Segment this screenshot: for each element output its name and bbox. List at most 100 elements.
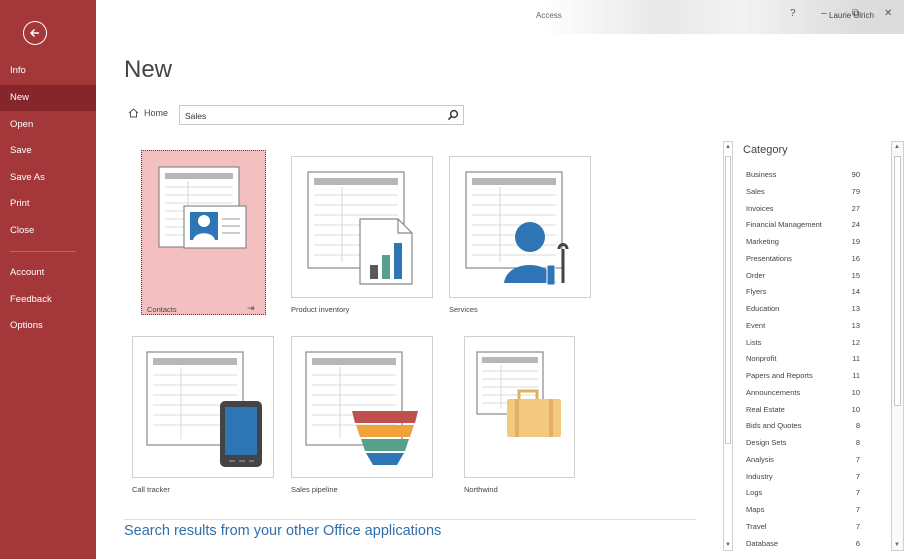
category-name: Real Estate	[746, 405, 785, 414]
app-title: Access	[536, 11, 562, 20]
category-count: 90	[851, 170, 860, 179]
category-count: 6	[855, 539, 860, 548]
category-name: Nonprofit	[746, 354, 777, 363]
nav-print[interactable]: Print	[0, 191, 96, 217]
category-count: 11	[852, 371, 860, 380]
category-item[interactable]: Financial Management 24	[746, 220, 860, 229]
category-item[interactable]: Analysis 7	[746, 455, 860, 464]
category-count: 7	[855, 505, 860, 514]
nav-info[interactable]: Info	[0, 58, 96, 84]
template-label: Contacts	[147, 305, 177, 314]
category-name: Business	[746, 170, 777, 179]
scroll-down-icon[interactable]: ▼	[893, 540, 901, 550]
category-count: 27	[851, 204, 860, 213]
category-item[interactable]: Announcements 10	[746, 388, 860, 397]
category-name: Invoices	[746, 204, 774, 213]
category-item[interactable]: Marketing 19	[746, 237, 860, 246]
nav-label: Options	[10, 320, 43, 331]
nav-label: Save As	[10, 172, 45, 183]
help-icon[interactable]: ?	[790, 8, 796, 19]
nav-close[interactable]: Close	[0, 218, 96, 244]
template-tile-call-tracker[interactable]	[132, 336, 274, 478]
category-count: 14	[851, 287, 860, 296]
pin-icon[interactable]: ⇥	[247, 303, 255, 314]
minimize-button[interactable]: –	[821, 8, 827, 19]
nav-label: Save	[10, 145, 32, 156]
scroll-up-icon[interactable]: ▲	[724, 142, 732, 152]
category-count: 19	[851, 237, 860, 246]
template-label: Sales pipeline	[291, 485, 338, 494]
category-name: Order	[746, 271, 766, 280]
home-icon	[128, 108, 139, 118]
contacts-template-icon	[158, 166, 247, 249]
category-item[interactable]: Nonprofit 11	[746, 354, 860, 363]
category-item[interactable]: Database 6	[746, 539, 860, 548]
nav-open[interactable]: Open	[0, 112, 96, 138]
template-tile-product-inventory[interactable]	[291, 156, 433, 298]
category-item[interactable]: Event 13	[746, 321, 860, 330]
back-arrow-icon	[29, 28, 39, 38]
category-name: Announcements	[746, 388, 801, 397]
category-count: 79	[851, 187, 860, 196]
nav-options[interactable]: Options	[0, 313, 96, 339]
backstage-sidebar: Info New Open Save Save As Print Close A…	[0, 0, 96, 559]
category-scrollbar[interactable]: ▲ ▼	[723, 141, 733, 551]
category-name: Presentations	[746, 254, 792, 263]
category-item[interactable]: Order 15	[746, 271, 860, 280]
category-item[interactable]: Education 13	[746, 304, 860, 313]
category-item[interactable]: Bids and Quotes 8	[746, 421, 860, 430]
template-label: Call tracker	[132, 485, 170, 494]
nav-label: Open	[10, 119, 34, 130]
category-name: Education	[746, 304, 780, 313]
search-icon[interactable]	[447, 109, 459, 121]
template-search-box	[179, 105, 464, 125]
scroll-up-icon[interactable]: ▲	[893, 142, 901, 152]
page-scrollbar[interactable]: ▲ ▼	[891, 141, 904, 551]
category-item[interactable]: Maps 7	[746, 505, 860, 514]
category-item[interactable]: Papers and Reports 11	[746, 371, 860, 380]
nav-divider	[10, 251, 76, 252]
category-count: 7	[855, 472, 860, 481]
title-bar: Access Laurie Ulrich	[96, 0, 904, 34]
scroll-down-icon[interactable]: ▼	[724, 540, 732, 550]
template-label: Services	[449, 305, 478, 314]
nav-account[interactable]: Account	[0, 260, 96, 286]
template-tile-services[interactable]	[449, 156, 591, 298]
category-item[interactable]: Industry 7	[746, 472, 860, 481]
category-item[interactable]: Invoices 27	[746, 204, 860, 213]
restore-button[interactable]: ⧉	[852, 8, 859, 19]
category-item[interactable]: Presentations 16	[746, 254, 860, 263]
category-item[interactable]: Lists 12	[746, 338, 860, 347]
category-item[interactable]: Business 90	[746, 170, 860, 179]
page-title: New	[124, 56, 173, 83]
category-item[interactable]: Real Estate 10	[746, 405, 860, 414]
scroll-thumb[interactable]	[894, 156, 901, 406]
category-name: Marketing	[746, 237, 779, 246]
template-tile-contacts[interactable]	[141, 150, 266, 315]
category-item[interactable]: Flyers 14	[746, 287, 860, 296]
nav-feedback[interactable]: Feedback	[0, 287, 96, 313]
category-count: 7	[855, 455, 860, 464]
nav-label: Feedback	[10, 294, 52, 305]
other-office-results-link[interactable]: Search results from your other Office ap…	[124, 523, 441, 539]
back-button[interactable]	[23, 21, 47, 45]
nav-new[interactable]: New	[0, 85, 96, 111]
template-tile-northwind[interactable]	[464, 336, 575, 478]
category-item[interactable]: Sales 79	[746, 187, 860, 196]
category-name: Event	[746, 321, 766, 330]
nav-save-as[interactable]: Save As	[0, 165, 96, 191]
nav-save[interactable]: Save	[0, 138, 96, 164]
home-link[interactable]: Home	[128, 108, 168, 118]
close-button[interactable]: ✕	[884, 8, 892, 19]
category-count: 16	[851, 254, 860, 263]
category-item[interactable]: Design Sets 8	[746, 438, 860, 447]
template-tile-sales-pipeline[interactable]	[291, 336, 433, 478]
search-input[interactable]	[185, 109, 435, 122]
nav-label: New	[10, 92, 30, 103]
section-divider	[124, 519, 696, 520]
category-item[interactable]: Travel 7	[746, 522, 860, 531]
sales-pipeline-template-icon	[305, 351, 418, 465]
category-item[interactable]: Logs 7	[746, 488, 860, 497]
scroll-thumb[interactable]	[725, 156, 731, 444]
category-name: Design Sets	[746, 438, 787, 447]
